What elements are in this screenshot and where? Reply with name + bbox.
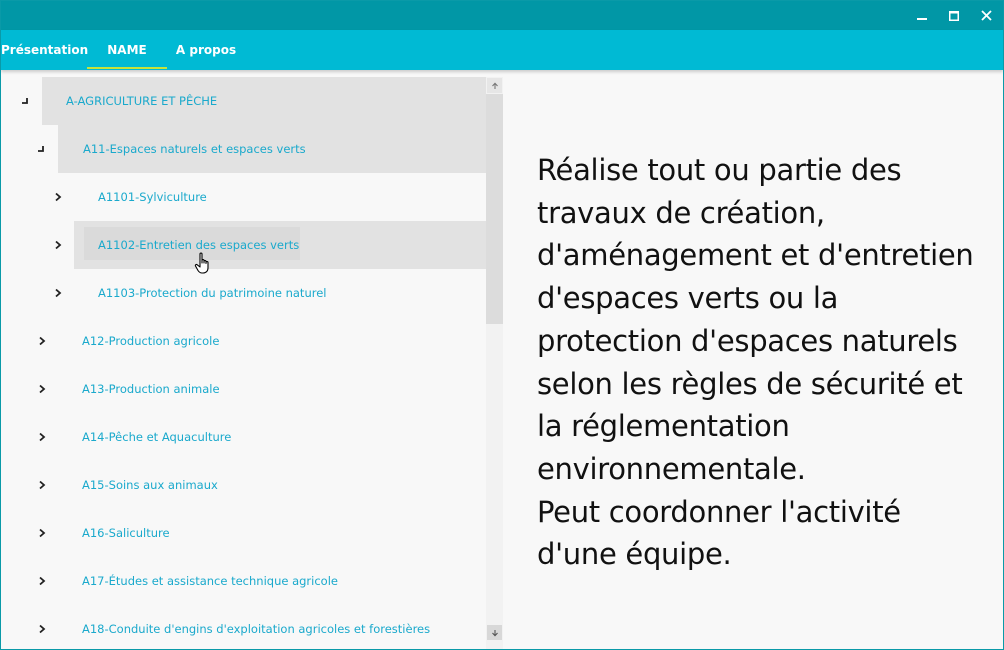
tree-item-a11[interactable]: A11-Espaces naturels et espaces verts bbox=[1, 125, 486, 173]
chevron-right-icon[interactable] bbox=[51, 221, 65, 269]
tree-item-label: A14-Pêche et Aquaculture bbox=[82, 430, 232, 444]
tree-item-label: A16-Saliculture bbox=[82, 526, 170, 540]
tree-item-label: A18-Conduite d'engins d'exploitation agr… bbox=[82, 622, 431, 636]
tree-item-a17[interactable]: A17-Études et assistance technique agric… bbox=[1, 557, 486, 605]
arrow-up-icon bbox=[491, 81, 498, 89]
chevron-right-icon[interactable] bbox=[35, 365, 49, 413]
tab-presentation[interactable]: Présentation bbox=[1, 30, 88, 70]
tree-item-a14[interactable]: A14-Pêche et Aquaculture bbox=[1, 413, 486, 461]
chevron-right-icon[interactable] bbox=[51, 173, 65, 221]
scroll-down-button[interactable] bbox=[487, 625, 502, 640]
tree-item-label: A17-Études et assistance technique agric… bbox=[82, 574, 338, 588]
job-description-text: Réalise tout ou partie des travaux de cr… bbox=[537, 153, 974, 572]
chevron-right-icon[interactable] bbox=[51, 269, 65, 317]
close-button[interactable] bbox=[970, 1, 1002, 30]
app-window: Présentation NAME A propos A-AGRICULTURE… bbox=[0, 0, 1004, 650]
job-tree-view: A-AGRICULTURE ET PÊCHE A11-Espaces natur… bbox=[1, 77, 486, 649]
tree-item-a1103[interactable]: A1103-Protection du patrimoine naturel bbox=[1, 269, 486, 317]
tree-item-label: A11-Espaces naturels et espaces verts bbox=[83, 142, 306, 156]
chevron-right-icon[interactable] bbox=[35, 557, 49, 605]
minimize-button[interactable] bbox=[906, 1, 938, 30]
chevron-right-icon[interactable] bbox=[35, 413, 49, 461]
scroll-up-button[interactable] bbox=[487, 78, 502, 93]
tree-item-a12[interactable]: A12-Production agricole bbox=[1, 317, 486, 365]
chevron-right-icon[interactable] bbox=[35, 317, 49, 365]
scroll-thumb[interactable] bbox=[486, 94, 503, 324]
maximize-button[interactable] bbox=[938, 1, 970, 30]
hand-cursor-icon bbox=[194, 252, 209, 274]
tree-item-a18[interactable]: A18-Conduite d'engins d'exploitation agr… bbox=[1, 605, 486, 649]
chevron-right-icon[interactable] bbox=[35, 509, 49, 557]
chevron-right-icon[interactable] bbox=[35, 461, 49, 509]
selected-tab-indicator bbox=[87, 67, 167, 69]
title-bar bbox=[1, 1, 1003, 30]
tab-bar: Présentation NAME A propos bbox=[1, 30, 1003, 70]
tree-scrollbar[interactable] bbox=[486, 77, 503, 649]
maximize-icon bbox=[949, 10, 959, 21]
tree-item-label: A1101-Sylviculture bbox=[98, 190, 207, 204]
tree-item-label: A13-Production animale bbox=[82, 382, 220, 396]
tree-item-a16[interactable]: A16-Saliculture bbox=[1, 509, 486, 557]
chevron-right-icon[interactable] bbox=[35, 605, 49, 649]
tree-item-label: A12-Production agricole bbox=[82, 334, 220, 348]
tab-a-propos[interactable]: A propos bbox=[167, 30, 245, 70]
tab-name[interactable]: NAME bbox=[87, 30, 167, 70]
collapse-icon[interactable] bbox=[18, 77, 32, 125]
tree-item-a15[interactable]: A15-Soins aux animaux bbox=[1, 461, 486, 509]
tree-item-label: A-AGRICULTURE ET PÊCHE bbox=[66, 94, 218, 108]
collapse-icon[interactable] bbox=[34, 125, 48, 173]
tree-item-a[interactable]: A-AGRICULTURE ET PÊCHE bbox=[1, 77, 486, 125]
arrow-down-icon bbox=[491, 629, 498, 637]
tree-item-label: A15-Soins aux animaux bbox=[82, 478, 218, 492]
tree-item-a1102[interactable]: A1102-Entretien des espaces verts bbox=[1, 221, 486, 269]
minimize-icon bbox=[917, 17, 927, 20]
close-icon bbox=[980, 10, 992, 21]
tree-item-a1101[interactable]: A1101-Sylviculture bbox=[1, 173, 486, 221]
tree-item-a13[interactable]: A13-Production animale bbox=[1, 365, 486, 413]
tree-item-label: A1103-Protection du patrimoine naturel bbox=[98, 286, 327, 300]
